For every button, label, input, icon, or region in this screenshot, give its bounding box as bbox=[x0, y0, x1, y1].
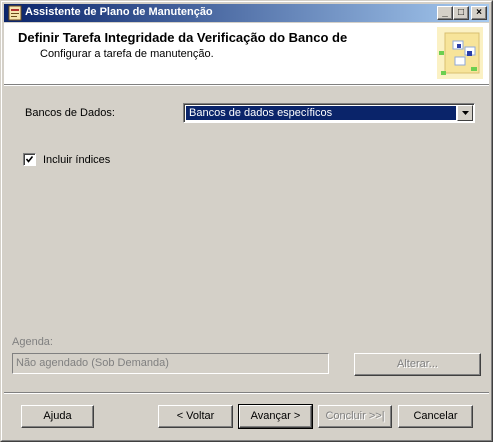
schedule-label: Agenda: bbox=[12, 336, 53, 348]
finish-button[interactable]: Concluir >>| bbox=[318, 405, 392, 428]
page-subtitle: Configurar a tarefa de manutenção. bbox=[40, 48, 214, 60]
databases-selected-value: Bancos de dados específicos bbox=[186, 106, 456, 120]
title-bar[interactable]: Assistente de Plano de Manutenção _ □ × bbox=[4, 4, 489, 22]
databases-label: Bancos de Dados: bbox=[25, 107, 115, 119]
checkmark-icon bbox=[26, 156, 33, 163]
close-button[interactable]: × bbox=[471, 6, 487, 20]
minimize-button[interactable]: _ bbox=[437, 6, 453, 20]
include-indexes-checkbox[interactable] bbox=[23, 153, 36, 166]
help-button[interactable]: Ajuda bbox=[21, 405, 94, 428]
wizard-header: Definir Tarefa Integridade da Verificaçã… bbox=[4, 23, 489, 84]
app-icon bbox=[7, 5, 23, 21]
databases-dropdown[interactable]: Bancos de dados específicos bbox=[183, 103, 475, 123]
include-indexes-label[interactable]: Incluir índices bbox=[43, 154, 110, 166]
header-divider bbox=[4, 84, 489, 86]
change-schedule-button[interactable]: Alterar... bbox=[354, 353, 481, 376]
back-button[interactable]: < Voltar bbox=[158, 405, 233, 428]
schedule-field: Não agendado (Sob Demanda) bbox=[12, 353, 329, 374]
cancel-button[interactable]: Cancelar bbox=[398, 405, 473, 428]
window-title: Assistente de Plano de Manutenção bbox=[25, 6, 213, 18]
maximize-button[interactable]: □ bbox=[453, 6, 469, 20]
next-button[interactable]: Avançar > bbox=[238, 404, 313, 429]
footer-divider bbox=[4, 392, 489, 394]
wizard-graphic-icon bbox=[431, 23, 489, 84]
wizard-window: Assistente de Plano de Manutenção _ □ × … bbox=[0, 0, 493, 442]
page-title: Definir Tarefa Integridade da Verificaçã… bbox=[18, 30, 348, 45]
chevron-down-icon[interactable] bbox=[457, 105, 473, 121]
